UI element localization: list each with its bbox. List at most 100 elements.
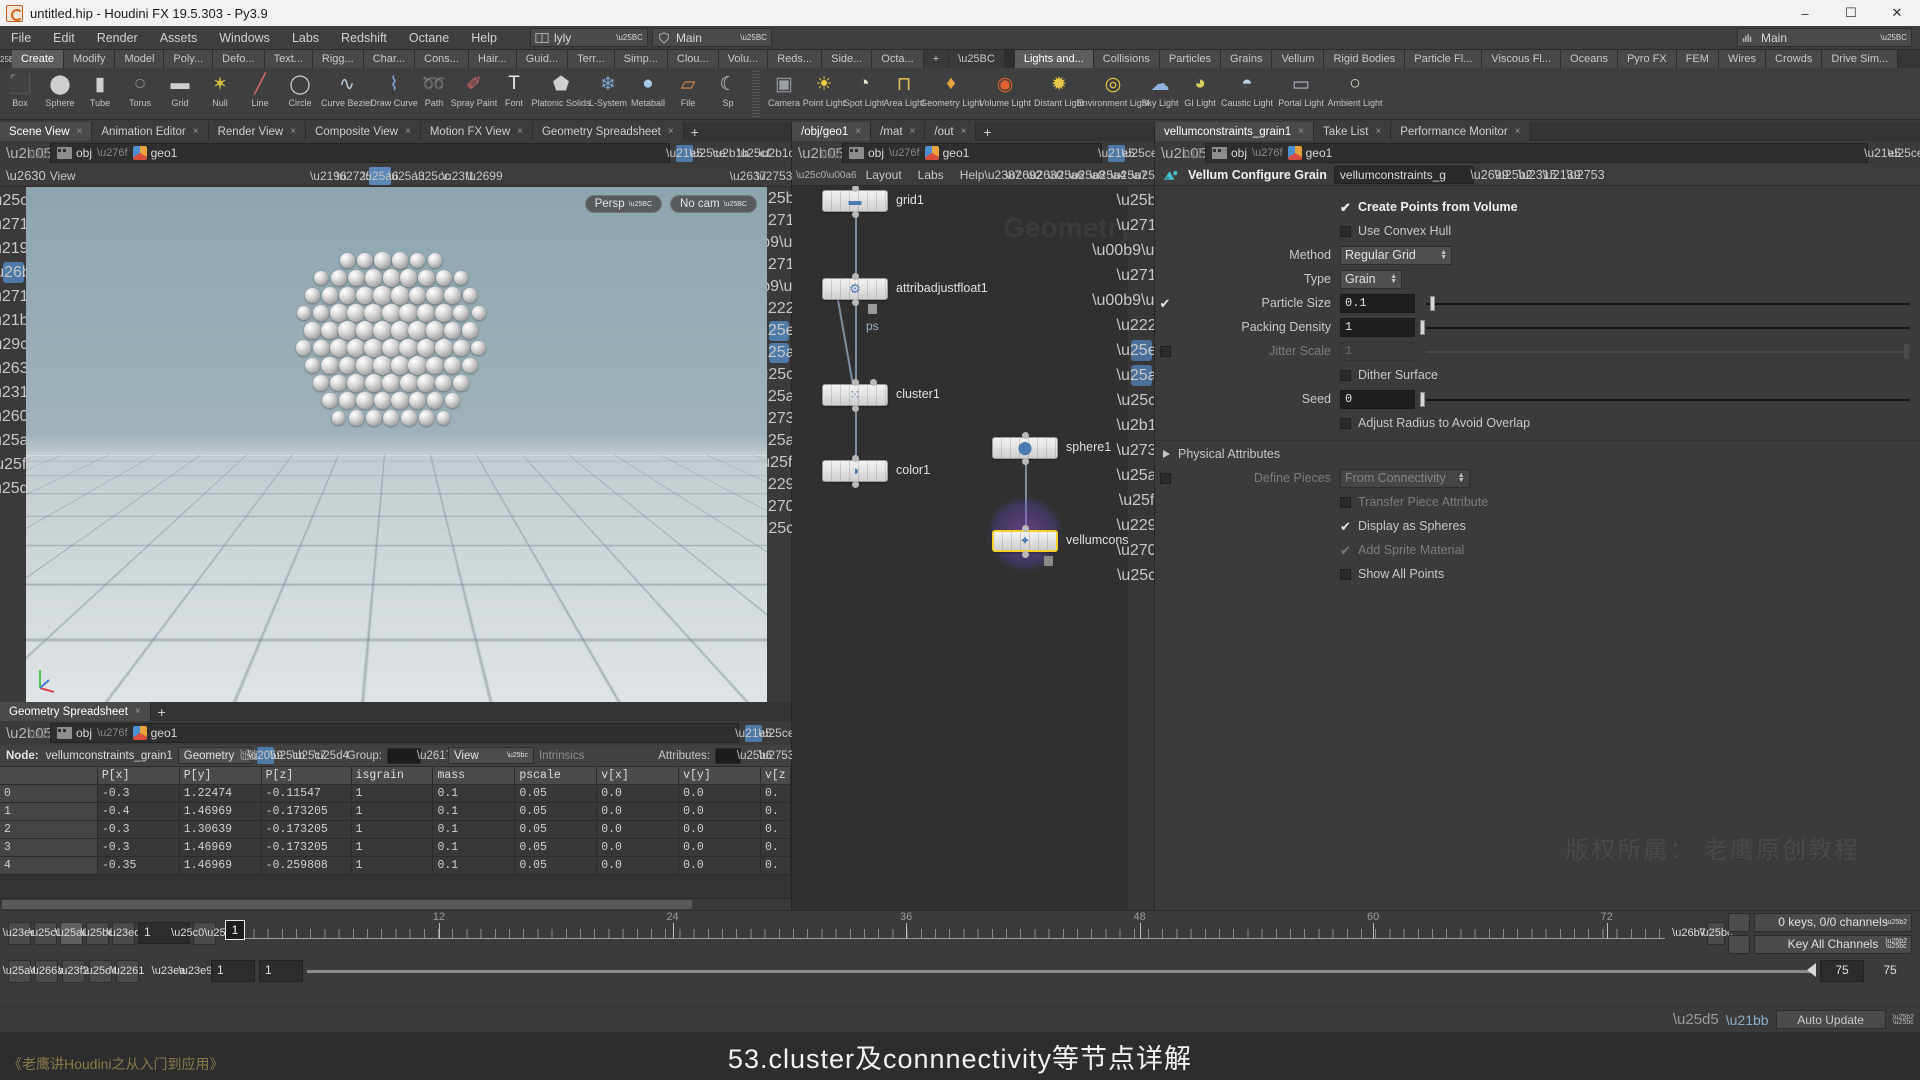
shelf-tool-spline-icon[interactable]: ☾ Sp (708, 68, 748, 108)
menu-assets[interactable]: Assets (149, 26, 209, 50)
vp-light-icon[interactable]: \u2299 (755, 475, 804, 495)
sheet-back-arrow-icon[interactable]: \u2b05 (6, 725, 52, 742)
parameter-disable-box[interactable] (1159, 472, 1171, 484)
menu-render[interactable]: Render (86, 26, 149, 50)
parm-forward-arrow-icon[interactable]: \u27a1 (1183, 145, 1229, 162)
shelf-left-tab-17[interactable]: Octa... (872, 50, 924, 68)
net-target-button[interactable]: \u25ce (1121, 145, 1157, 162)
shelf-tool-grid-icon[interactable]: ▬ Grid (160, 68, 200, 108)
net-forward-arrow-icon[interactable]: \u27a1 (820, 145, 866, 162)
node-output-port[interactable] (852, 481, 859, 488)
parameter-slider[interactable] (1418, 342, 1912, 361)
node-output-port[interactable] (852, 211, 859, 218)
net-grid2-icon[interactable]: \u25a3 (1117, 465, 1154, 486)
menu-edit[interactable]: Edit (42, 26, 86, 50)
vp-vectors-icon[interactable]: \u2736 (755, 409, 804, 429)
close-button[interactable]: ✕ (1874, 0, 1920, 26)
parameters-tab-close-icon[interactable]: × (1515, 126, 1521, 137)
net-collapse-icon[interactable]: \u25c0\u00a6 (796, 170, 857, 181)
vp-paintbrush-icon[interactable]: \u270e (755, 497, 804, 517)
camera-selector[interactable]: No cam \u25BC (670, 195, 757, 213)
slider-handle[interactable] (1420, 391, 1425, 407)
shelf-left-tab-3[interactable]: Poly... (164, 50, 214, 68)
shelf-right-tab-0[interactable]: Lights and... (1014, 50, 1094, 68)
light-tool-volume-light-icon[interactable]: ◉ Volume Light (978, 68, 1032, 108)
light-tool-area-light-icon[interactable]: ⊓ Area Light (883, 68, 924, 108)
net-texture-icon[interactable]: \u25a6 (1117, 365, 1154, 386)
checkbox[interactable]: ✔ (1340, 520, 1351, 533)
shelf-right-tab-8[interactable]: Oceans (1561, 50, 1618, 68)
vp-pen-icon[interactable]: \u2712 (755, 211, 804, 231)
menu-help[interactable]: Help (460, 26, 508, 50)
shelf-right-tab-9[interactable]: Pyro FX (1617, 50, 1677, 68)
checkbox[interactable] (1340, 417, 1351, 429)
shelf-right-tab-1[interactable]: Collisions (1093, 50, 1160, 68)
checkbox[interactable] (1340, 225, 1351, 237)
scene-view-tab-close-icon[interactable]: × (405, 126, 411, 137)
parameter-input-particle-size[interactable]: 0.1 (1340, 293, 1415, 313)
net-back-arrow-icon[interactable]: \u2b05 (798, 145, 844, 162)
network-tab-0[interactable]: /obj/geo1 × (792, 122, 872, 141)
parameter-spinner-icon[interactable]: ▲ ▼ (1446, 472, 1465, 484)
fps-button[interactable]: \u2261 (111, 959, 144, 983)
scene-view-tab-0[interactable]: Scene View × (0, 122, 93, 141)
range-next-icon[interactable]: \u23e9 (179, 960, 213, 983)
sheet-intrinsics-label[interactable]: Intrinsics (539, 750, 584, 762)
net-menu-labs[interactable]: Labs (911, 165, 951, 186)
table-row[interactable]: 2 -0.3 1.30639 -0.173205 1 0.1 0.05 0.0 0.0 0. (0, 821, 791, 839)
net-num12b-icon[interactable]: \u00b9\u00b2 (1092, 290, 1154, 311)
range-prev-icon[interactable]: \u23ea (152, 960, 186, 983)
net-view-icon[interactable]: \u25b2 (1117, 190, 1154, 211)
scene-view-tab-3[interactable]: Composite View × (306, 122, 421, 141)
shelf-tool-null-icon[interactable]: ✶ Null (200, 68, 240, 108)
menu-file[interactable]: File (0, 26, 42, 50)
net-normal-icon[interactable]: \u25c8 (1117, 390, 1154, 411)
shelf-right-tab-3[interactable]: Grains (1221, 50, 1273, 68)
help-button[interactable]: \u2753 (756, 167, 793, 185)
shelf-tool-torus-icon[interactable]: ◌ Torus (120, 68, 160, 108)
shelf-tool-draw-curve-icon[interactable]: ⌇ Draw Curve (370, 68, 418, 108)
menu-windows[interactable]: Windows (208, 26, 281, 50)
shelf-menu-icon[interactable]: \u25BC (949, 50, 1005, 68)
node-output-port[interactable] (1022, 458, 1029, 465)
shelf-right-tab-11[interactable]: Wires (1718, 50, 1767, 68)
slider-handle[interactable] (1429, 295, 1435, 311)
shelf-tool-platonic-solids-icon[interactable]: ⬟ Platonic Solids (531, 68, 590, 108)
vp-angle-icon[interactable]: \u2220 (755, 299, 804, 319)
table-row[interactable]: 3 -0.3 1.46969 -0.173205 1 0.1 0.05 0.0 0.0 0. (0, 839, 791, 857)
column-header-7[interactable]: v[x] (597, 767, 680, 785)
channel-curve-icon[interactable] (1728, 934, 1750, 954)
key-mode-spinner-icon[interactable]: \u25b2 \u25bc (1886, 938, 1907, 950)
light-tool-caustic-light-icon[interactable]: ◓ Caustic Light (1220, 68, 1274, 108)
table-row[interactable]: 1 -0.4 1.46969 -0.173205 1 0.1 0.05 0.0 0.0 0. (0, 803, 791, 821)
shelf-left-tab-12[interactable]: Simp... (614, 50, 668, 68)
scene-view-tab-1[interactable]: Animation Editor × (92, 122, 209, 141)
scene-view-tab-close-icon[interactable]: × (517, 126, 523, 137)
vp-texture-icon[interactable]: \u25a6 (755, 343, 803, 363)
parameters-node-name-input[interactable]: vellumconstraints_g (1333, 166, 1474, 184)
ghost-button[interactable]: \u25cc (415, 167, 450, 185)
menu-octane[interactable]: Octane (398, 26, 460, 50)
view-tool-icon[interactable]: \u25c7 (0, 190, 37, 211)
table-row[interactable]: 4 -0.35 1.46969 -0.259808 1 0.1 0.05 0.0 0.0 0. (0, 857, 791, 875)
shelf-left-tab-6[interactable]: Rigg... (312, 50, 364, 68)
shelf-left-tab-13[interactable]: Clou... (667, 50, 719, 68)
column-header-2[interactable]: P[y] (179, 767, 262, 785)
parameter-folder-physical-attributes[interactable]: Physical Attributes (1155, 440, 1920, 466)
camera-tool-icon[interactable]: \u25a3 (0, 430, 37, 451)
parameter-menu-type[interactable]: Grain ▲ ▼ (1340, 269, 1402, 289)
node-vellumconstraint[interactable]: ✦ (992, 530, 1058, 552)
network-tab-close-icon[interactable]: × (961, 126, 967, 137)
sheet-target-button[interactable]: \u25ce (758, 725, 794, 742)
light-tool-sky-light-icon[interactable]: ☁ Sky Light (1140, 68, 1180, 108)
scene-view-tab-close-icon[interactable]: × (77, 126, 83, 137)
column-header-0[interactable] (0, 767, 98, 785)
shelf-left-tab-10[interactable]: Guid... (516, 50, 569, 68)
parameter-disable-box[interactable] (1159, 345, 1171, 357)
step-buttons[interactable]: \u25c0\u25b6 (171, 921, 238, 945)
node-output-port[interactable] (1022, 551, 1029, 558)
node-output-port[interactable] (852, 405, 859, 412)
vp-brush-icon[interactable]: \u2710 (755, 255, 804, 275)
rotate-tool-icon[interactable]: \u21bb (0, 310, 37, 331)
column-header-3[interactable]: P[z] (261, 767, 352, 785)
